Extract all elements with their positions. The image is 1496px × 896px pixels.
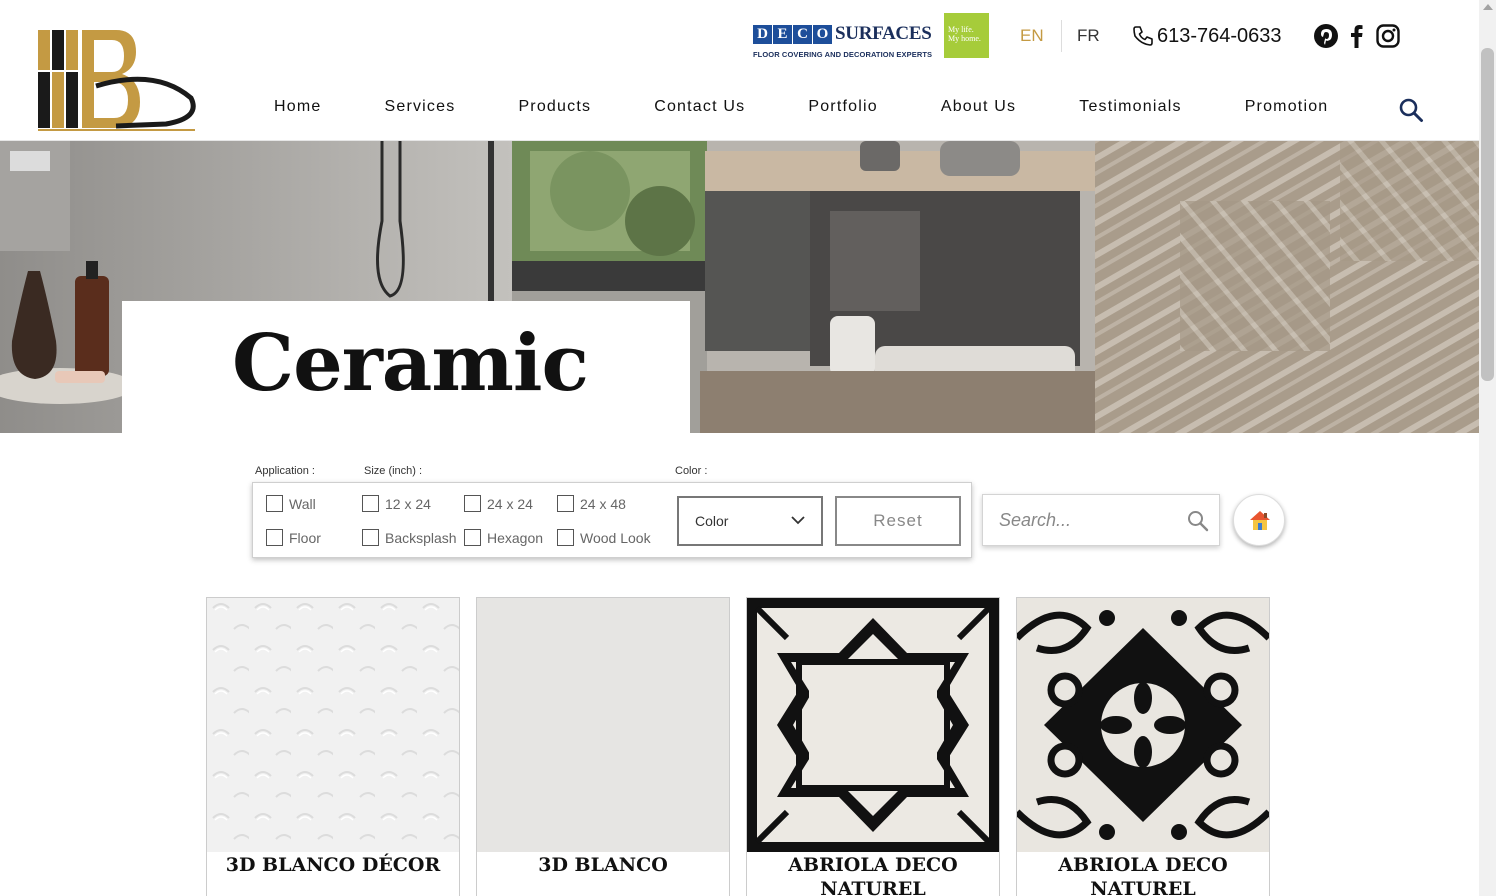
deco-surfaces-logo[interactable]: D E C O SURFACES FLOOR COVERING AND DECO… — [753, 23, 933, 63]
product-card[interactable]: ABRIOLA DECO NATUREL — [1016, 597, 1270, 896]
checkbox-backsplash[interactable]: Backsplash — [362, 529, 457, 546]
site-logo[interactable] — [36, 28, 196, 132]
deco-word: SURFACES — [835, 23, 932, 44]
nav-products[interactable]: Products — [518, 98, 591, 116]
product-name: 3D BLANCO — [538, 854, 668, 876]
search-icon[interactable] — [1398, 97, 1424, 123]
checkbox-box[interactable] — [464, 495, 481, 512]
checkbox-box[interactable] — [362, 495, 379, 512]
product-card[interactable]: ABRIOLA DECO NATUREL — [746, 597, 1000, 896]
search-input[interactable] — [999, 507, 1179, 533]
checkbox-label: Floor — [289, 529, 321, 546]
nav-testimonials[interactable]: Testimonials — [1079, 98, 1181, 116]
site-header: D E C O SURFACES FLOOR COVERING AND DECO… — [0, 0, 1479, 141]
checkbox-wood-look[interactable]: Wood Look — [557, 529, 651, 546]
phone-link[interactable]: 613-764-0633 — [1131, 24, 1282, 48]
product-image — [477, 598, 729, 852]
pinterest-icon[interactable] — [1313, 23, 1339, 49]
checkbox-box[interactable] — [557, 495, 574, 512]
deco-letter: D — [753, 25, 772, 44]
deco-letter: O — [813, 25, 832, 44]
chevron-down-icon — [791, 516, 805, 525]
product-image — [1017, 598, 1269, 852]
nav-contact-us[interactable]: Contact Us — [654, 98, 745, 116]
nav-about-us[interactable]: About Us — [941, 98, 1016, 116]
product-name: ABRIOLA DECO NATUREL — [788, 854, 958, 896]
main-nav: Home Services Products Contact Us Portfo… — [274, 98, 1391, 116]
checkbox-label: 24 x 24 — [487, 495, 533, 512]
checkbox-24x48[interactable]: 24 x 48 — [557, 495, 626, 512]
home-icon — [1250, 511, 1270, 530]
checkbox-box[interactable] — [266, 495, 283, 512]
checkbox-floor[interactable]: Floor — [266, 529, 321, 546]
home-button[interactable] — [1233, 494, 1285, 546]
application-label: Application : — [255, 465, 315, 477]
checkbox-wall[interactable]: Wall — [266, 495, 316, 512]
scroll-up-arrow-icon[interactable] — [1483, 4, 1493, 10]
product-card[interactable]: 3D BLANCO — [476, 597, 730, 896]
nav-portfolio[interactable]: Portfolio — [808, 98, 878, 116]
nav-home[interactable]: Home — [274, 98, 321, 116]
product-search — [982, 494, 1220, 546]
checkbox-label: 24 x 48 — [580, 495, 626, 512]
color-label: Color : — [675, 465, 708, 477]
checkbox-box[interactable] — [557, 529, 574, 546]
checkbox-hexagon[interactable]: Hexagon — [464, 529, 543, 546]
product-image — [747, 598, 999, 852]
checkbox-12x24[interactable]: 12 x 24 — [362, 495, 431, 512]
lang-fr-link[interactable]: FR — [1077, 26, 1100, 46]
nav-services[interactable]: Services — [384, 98, 455, 116]
checkbox-24x24[interactable]: 24 x 24 — [464, 495, 533, 512]
nav-promotion[interactable]: Promotion — [1245, 98, 1329, 116]
checkbox-label: 12 x 24 — [385, 495, 431, 512]
facebook-icon[interactable] — [1344, 23, 1370, 49]
lang-en-link[interactable]: EN — [1020, 26, 1044, 46]
checkbox-label: Wood Look — [580, 529, 651, 546]
phone-number: 613-764-0633 — [1157, 24, 1282, 47]
deco-letter: C — [793, 25, 812, 44]
product-name: ABRIOLA DECO NATUREL — [1058, 854, 1228, 896]
my-life-badge[interactable]: My life. My home. — [944, 13, 989, 58]
product-name: 3D BLANCO DÉCOR — [225, 854, 441, 876]
checkbox-box[interactable] — [266, 529, 283, 546]
search-icon[interactable] — [1186, 509, 1210, 533]
checkbox-box[interactable] — [362, 529, 379, 546]
phone-icon — [1133, 26, 1153, 46]
checkbox-box[interactable] — [464, 529, 481, 546]
product-image — [207, 598, 459, 852]
deco-tagline: FLOOR COVERING AND DECORATION EXPERTS — [753, 50, 933, 59]
reset-button[interactable]: Reset — [835, 496, 961, 546]
scrollbar-thumb[interactable] — [1481, 48, 1494, 381]
page: D E C O SURFACES FLOOR COVERING AND DECO… — [0, 0, 1496, 896]
checkbox-label: Hexagon — [487, 529, 544, 546]
deco-letter: E — [773, 25, 792, 44]
product-card[interactable]: 3D BLANCO DÉCOR — [206, 597, 460, 896]
lang-divider — [1061, 20, 1062, 52]
size-label: Size (inch) : — [364, 465, 423, 477]
instagram-icon[interactable] — [1375, 23, 1401, 49]
checkbox-label: Wall — [289, 495, 316, 512]
color-dropdown-value: Color — [695, 513, 729, 529]
page-title: Ceramic — [232, 318, 589, 409]
checkbox-label: Backsplash — [385, 529, 457, 546]
color-dropdown[interactable]: Color — [677, 496, 823, 546]
